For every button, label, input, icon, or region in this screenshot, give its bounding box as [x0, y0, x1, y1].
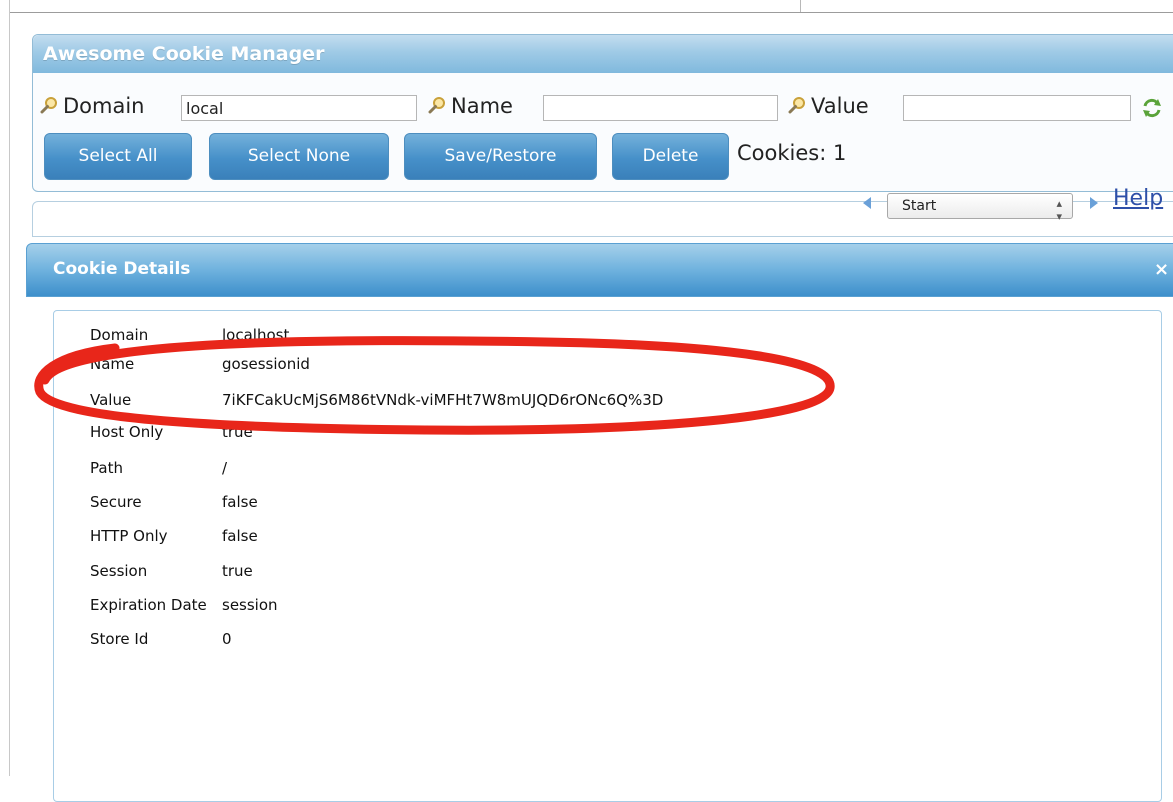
search-icon — [788, 97, 805, 114]
details-header: Cookie Details × — [26, 243, 1173, 297]
pager-selected-value: Start — [902, 198, 937, 214]
annotation-ellipse — [34, 336, 835, 435]
window-top-border — [0, 0, 1173, 13]
details-title: Cookie Details — [53, 259, 191, 279]
search-icon — [428, 97, 445, 114]
detail-value: false — [222, 527, 258, 545]
select-none-button[interactable]: Select None — [209, 133, 389, 180]
select-all-button[interactable]: Select All — [44, 133, 192, 180]
detail-label: Expiration Date — [90, 596, 207, 614]
next-arrow-icon[interactable] — [1086, 195, 1102, 211]
value-label: Value — [811, 94, 869, 118]
value-input[interactable] — [903, 95, 1131, 121]
prev-arrow-icon[interactable] — [859, 195, 875, 211]
name-label: Name — [451, 94, 513, 118]
detail-value: / — [222, 459, 228, 477]
detail-value: false — [222, 493, 258, 511]
select-arrows-icon: ▴ ▾ — [1056, 197, 1062, 223]
domain-input[interactable] — [181, 95, 417, 121]
close-icon[interactable]: × — [1154, 259, 1169, 280]
detail-value: session — [222, 596, 278, 614]
search-icon — [40, 97, 57, 114]
detail-label: Store Id — [90, 630, 149, 648]
app-header: Awesome Cookie Manager — [33, 35, 1173, 73]
app-title: Awesome Cookie Manager — [43, 43, 325, 65]
window-left-border — [0, 0, 10, 776]
delete-button[interactable]: Delete — [612, 133, 729, 180]
cookie-details-dialog: Cookie Details × Domain localhost Name g… — [26, 243, 1173, 802]
detail-label: Session — [90, 562, 148, 580]
cookie-count: Cookies: 1 — [737, 141, 847, 165]
name-input[interactable] — [543, 95, 778, 121]
help-link[interactable]: Help — [1113, 186, 1163, 211]
detail-label: Path — [90, 459, 123, 477]
detail-value: 0 — [222, 630, 232, 648]
detail-label: Secure — [90, 493, 142, 511]
pager-select[interactable]: Start ▴ ▾ — [887, 193, 1073, 223]
save-restore-button[interactable]: Save/Restore — [404, 133, 597, 180]
detail-value: true — [222, 562, 253, 580]
domain-label: Domain — [63, 94, 145, 118]
refresh-icon[interactable] — [1141, 97, 1163, 119]
detail-label: HTTP Only — [90, 527, 168, 545]
